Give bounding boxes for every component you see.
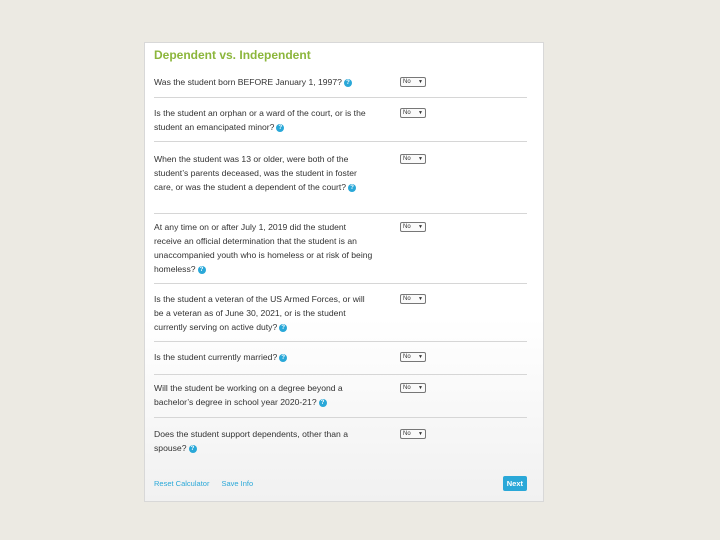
help-icon[interactable]: ? — [279, 324, 288, 332]
help-icon[interactable]: ? — [197, 266, 206, 274]
answer-select[interactable]: No ▼ — [400, 154, 426, 164]
chevron-down-icon: ▼ — [418, 431, 423, 437]
question-text: Will the student be working on a degree … — [154, 383, 343, 407]
answer-select[interactable]: No ▼ — [400, 352, 426, 362]
help-icon[interactable]: ? — [348, 184, 357, 192]
question-row-parents-deceased: When the student was 13 or older, were b… — [154, 142, 527, 214]
save-info-link[interactable]: Save Info — [221, 479, 253, 488]
form-title: Dependent vs. Independent — [154, 48, 311, 62]
chevron-down-icon: ▼ — [418, 354, 423, 360]
help-icon[interactable]: ? — [188, 445, 197, 453]
dependency-form-panel: Dependent vs. Independent Was the studen… — [144, 42, 544, 502]
question-row-veteran: Is the student a veteran of the US Armed… — [154, 284, 527, 342]
chevron-down-icon: ▼ — [418, 110, 423, 116]
question-text: Is the student a veteran of the US Armed… — [154, 294, 365, 332]
question-text: At any time on or after July 1, 2019 did… — [154, 222, 373, 274]
next-button[interactable]: Next — [502, 476, 527, 491]
question-row-born-before-1997: Was the student born BEFORE January 1, 1… — [154, 71, 527, 98]
answer-select[interactable]: No ▼ — [400, 294, 426, 304]
chevron-down-icon: ▼ — [418, 296, 423, 302]
question-text: When the student was 13 or older, were b… — [154, 154, 357, 192]
question-row-graduate-degree: Will the student be working on a degree … — [154, 375, 527, 418]
chevron-down-icon: ▼ — [418, 156, 423, 162]
answer-select[interactable]: No ▼ — [400, 429, 426, 439]
question-text: Is the student currently married? — [154, 352, 278, 362]
help-icon[interactable]: ? — [318, 399, 327, 407]
question-text: Does the student support dependents, oth… — [154, 429, 348, 453]
answer-select[interactable]: No ▼ — [400, 77, 426, 87]
question-text: Was the student born BEFORE January 1, 1… — [154, 77, 342, 87]
help-icon[interactable]: ? — [276, 124, 285, 132]
answer-select[interactable]: No ▼ — [400, 108, 426, 118]
answer-select[interactable]: No ▼ — [400, 383, 426, 393]
chevron-down-icon: ▼ — [418, 79, 423, 85]
reset-calculator-link[interactable]: Reset Calculator — [154, 479, 209, 488]
question-row-orphan-ward: Is the student an orphan or a ward of th… — [154, 98, 527, 142]
question-row-supports-dependents: Does the student support dependents, oth… — [154, 418, 527, 458]
answer-select[interactable]: No ▼ — [400, 222, 426, 232]
help-icon[interactable]: ? — [343, 79, 352, 87]
chevron-down-icon: ▼ — [418, 224, 423, 230]
help-icon[interactable]: ? — [279, 354, 288, 362]
form-footer: Reset Calculator Save Info Next — [154, 476, 527, 491]
chevron-down-icon: ▼ — [418, 385, 423, 391]
question-row-married: Is the student currently married?? No ▼ — [154, 342, 527, 375]
question-row-homeless-youth: At any time on or after July 1, 2019 did… — [154, 214, 527, 284]
question-text: Is the student an orphan or a ward of th… — [154, 108, 366, 132]
